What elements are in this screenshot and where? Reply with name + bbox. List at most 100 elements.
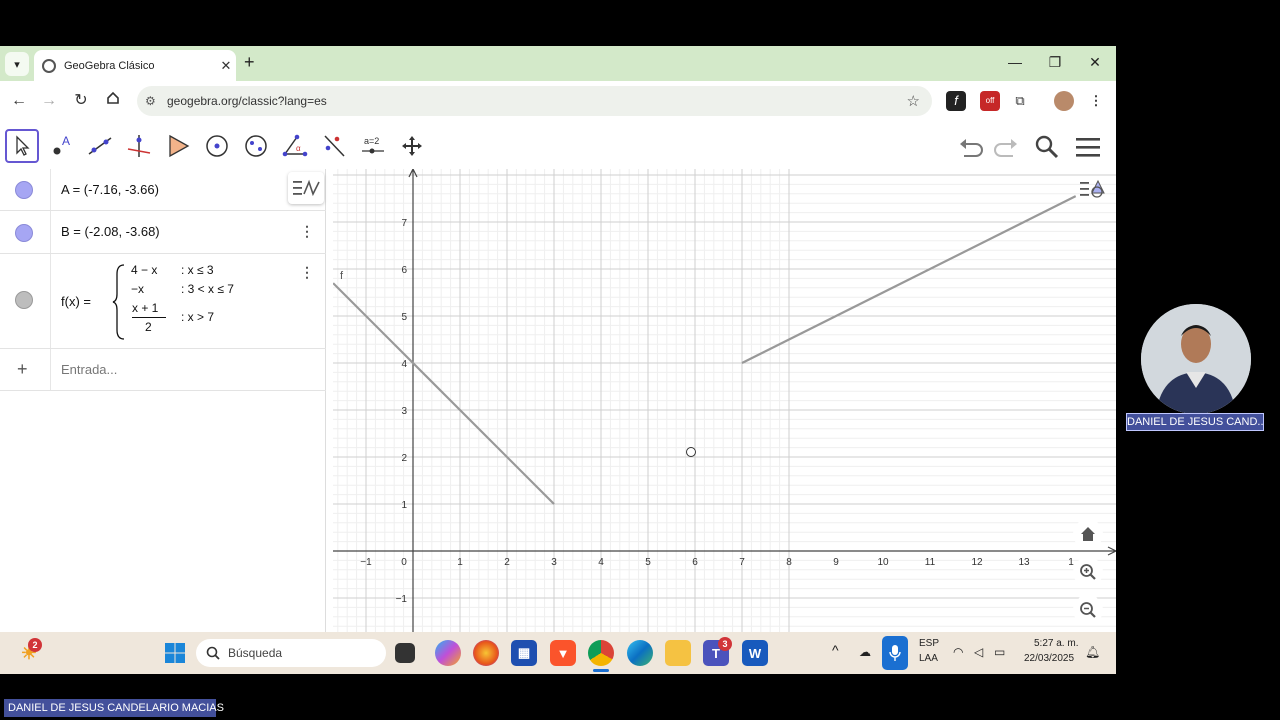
coordinate-plane[interactable]: −1 0 1 2 3 4 5 6 7 8 9 10 11 12 13 1 7654321−1 f [333, 169, 1116, 674]
algebra-item-A[interactable]: A = (-7.16, -3.66) [0, 169, 326, 211]
visibility-toggle-icon[interactable] [15, 291, 33, 309]
redo-icon[interactable] [990, 132, 1020, 162]
case-1-expr[interactable]: 4 − x [131, 263, 157, 277]
x-tick-label: 12 [971, 557, 983, 568]
wifi-icon[interactable]: ◠ [953, 645, 963, 659]
store-icon[interactable]: ▦ [511, 640, 537, 666]
geogebra-favicon-icon [42, 58, 56, 73]
tab-search-button[interactable]: ▾ [5, 52, 29, 76]
case-3-cond[interactable]: : x > 7 [181, 310, 214, 324]
file-explorer-icon[interactable] [665, 640, 691, 666]
back-icon[interactable]: ← [8, 90, 30, 112]
minimize-button[interactable]: — [1003, 54, 1027, 70]
site-info-icon[interactable]: ⚙ [145, 94, 161, 108]
volume-icon[interactable]: ◁ [974, 645, 983, 659]
polygon-tool-icon[interactable] [161, 129, 195, 163]
microphone-icon[interactable] [882, 636, 908, 670]
copilot-icon[interactable] [435, 640, 461, 666]
word-icon[interactable]: W [742, 640, 768, 666]
keyboard-layout-indicator[interactable]: LAA [919, 653, 938, 664]
profile-avatar[interactable] [1054, 91, 1074, 111]
svg-text:A: A [62, 134, 70, 148]
ellipse-tool-icon[interactable] [239, 129, 273, 163]
firefox-icon[interactable] [473, 640, 499, 666]
undo-icon[interactable] [957, 132, 987, 162]
url-text[interactable]: geogebra.org/classic?lang=es [167, 94, 907, 108]
y-tick-label: 6 [401, 265, 407, 276]
algebra-item-f[interactable]: f(x) = 4 − x : x ≤ 3 −x : 3 < x ≤ 7 x + … [0, 254, 326, 349]
extensions-puzzle-icon[interactable]: ⧉ [1010, 91, 1030, 111]
new-tab-button[interactable]: + [244, 52, 255, 73]
windows-start-icon[interactable] [162, 640, 188, 666]
forward-icon[interactable]: → [38, 90, 60, 112]
angle-tool-icon[interactable]: α [278, 129, 312, 163]
graphics-style-bar-icon[interactable] [1078, 173, 1110, 205]
visibility-toggle-icon[interactable] [15, 224, 33, 242]
algebra-style-bar-icon[interactable] [288, 172, 324, 204]
edge-icon[interactable] [627, 640, 653, 666]
move-tool-icon[interactable] [5, 129, 39, 163]
function-name[interactable]: f(x) = [61, 294, 91, 309]
geogebra-toolbar: A α a=2 [0, 126, 1116, 168]
case-3-denominator[interactable]: 2 [145, 320, 152, 334]
case-2-expr[interactable]: −x [131, 282, 144, 296]
algebra-view: A = (-7.16, -3.66) B = (-2.08, -3.68) ⋮ … [0, 169, 326, 674]
algebra-item-text[interactable]: A = (-7.16, -3.66) [61, 182, 159, 197]
algebra-item-text[interactable]: B = (-2.08, -3.68) [61, 224, 160, 239]
algebra-item-B[interactable]: B = (-2.08, -3.68) ⋮ [0, 211, 326, 254]
bookmark-star-icon[interactable]: ☆ [907, 92, 920, 110]
line-tool-icon[interactable] [83, 129, 117, 163]
task-view-icon[interactable] [395, 643, 415, 663]
reflect-tool-icon[interactable] [317, 129, 351, 163]
item-menu-icon[interactable]: ⋮ [300, 264, 314, 281]
formula-extension-icon[interactable]: f [946, 91, 966, 111]
onedrive-icon[interactable]: ☁ [859, 645, 871, 659]
taskbar-search[interactable]: Búsqueda [196, 639, 386, 667]
main-menu-icon[interactable] [1073, 132, 1103, 162]
address-bar[interactable]: ⚙ geogebra.org/classic?lang=es ☆ [137, 86, 932, 116]
brave-icon[interactable]: ▼ [550, 640, 576, 666]
reload-icon[interactable]: ↻ [70, 90, 92, 112]
graphics-view[interactable]: −1 0 1 2 3 4 5 6 7 8 9 10 11 12 13 1 7 6 5 4 3 2 1 −1 f [333, 169, 1116, 674]
restore-button[interactable]: ❐ [1043, 54, 1067, 71]
input-bar[interactable]: + Entrada... [0, 349, 326, 391]
close-window-button[interactable]: ✕ [1083, 54, 1107, 71]
row-separator [50, 254, 51, 348]
visibility-toggle-icon[interactable] [15, 181, 33, 199]
home-icon[interactable] [102, 90, 124, 112]
point-tool-icon[interactable]: A [44, 129, 78, 163]
x-tick-label: 4 [598, 557, 604, 568]
input-field[interactable]: Entrada... [61, 362, 117, 377]
search-icon[interactable] [1032, 132, 1062, 162]
svg-text:a=2: a=2 [364, 136, 379, 146]
clock-time[interactable]: 5:27 a. m. [1034, 638, 1078, 649]
windows-taskbar: ☀ 2 Búsqueda ▦ ▼ T 3 W ^ ☁ ESP LAA ◠ ◁ ▭… [0, 632, 1116, 674]
person-avatar [1141, 304, 1251, 414]
webcam-video [1141, 304, 1251, 414]
show-hidden-icons-icon[interactable]: ^ [832, 642, 839, 658]
off-extension-icon[interactable]: off [980, 91, 1000, 111]
close-tab-icon[interactable]: ✕ [216, 58, 236, 74]
circle-tool-icon[interactable] [200, 129, 234, 163]
case-3-numerator[interactable]: x + 1 [132, 301, 158, 315]
notifications-bell-icon[interactable]: 🔔︎ [1085, 645, 1100, 659]
browser-menu-icon[interactable]: ⋮ [1086, 91, 1106, 111]
item-menu-icon[interactable]: ⋮ [300, 223, 314, 240]
language-indicator[interactable]: ESP [919, 638, 939, 649]
battery-icon[interactable]: ▭ [994, 645, 1005, 659]
case-2-cond[interactable]: : 3 < x ≤ 7 [181, 282, 234, 296]
slider-tool-icon[interactable]: a=2 [356, 129, 390, 163]
zoom-in-icon[interactable] [1073, 557, 1103, 587]
perpendicular-line-tool-icon[interactable] [122, 129, 156, 163]
chrome-icon[interactable] [588, 640, 614, 666]
case-1-cond[interactable]: : x ≤ 3 [181, 263, 214, 277]
x-tick-label: 0 [401, 557, 407, 568]
clock-date[interactable]: 22/03/2025 [1024, 653, 1074, 664]
zoom-out-icon[interactable] [1073, 595, 1103, 625]
tab-geogebra[interactable]: GeoGebra Clásico ✕ [34, 50, 236, 81]
move-graphics-view-tool-icon[interactable] [395, 129, 429, 163]
add-icon[interactable]: + [17, 359, 28, 380]
x-tick-label: 2 [504, 557, 510, 568]
svg-text:α: α [296, 144, 301, 153]
home-view-icon[interactable] [1073, 519, 1103, 549]
